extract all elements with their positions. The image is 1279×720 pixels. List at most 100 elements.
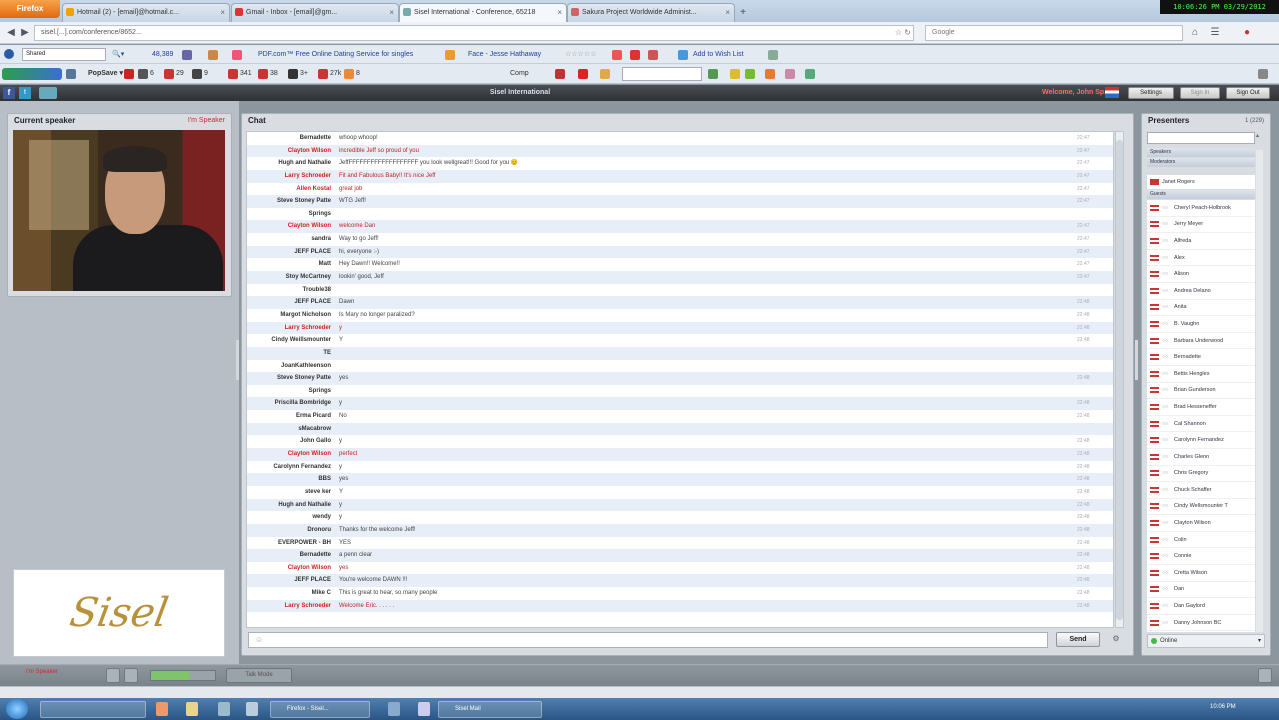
volume-slider[interactable] (150, 670, 216, 681)
right-splitter[interactable] (1135, 340, 1138, 380)
chat-sender[interactable]: JoanKathleenson (247, 360, 337, 373)
chat-sender[interactable]: Clayton Wilson (247, 448, 337, 461)
toolbar-counter[interactable]: 38 (270, 64, 278, 83)
toolbar-dating-link[interactable]: PDF.com™ Free Online Dating Service for … (258, 45, 413, 64)
facebook-icon[interactable]: f (3, 87, 15, 99)
taskbar-app2-icon[interactable] (246, 702, 258, 716)
presenter-row[interactable]: ○○ Clayton Wilson (1147, 515, 1255, 532)
toolbar-counter[interactable]: 3+ (300, 64, 308, 83)
presence-status-select[interactable]: Online ▾ (1147, 634, 1265, 648)
chat-sender[interactable]: JEFF PLACE (247, 574, 337, 587)
toolbar-counter[interactable]: 6 (150, 64, 154, 83)
bookmark-star-icon[interactable]: ☆ ↻ (875, 25, 915, 41)
chat-sender[interactable]: Priscilla Bombridge (247, 397, 337, 410)
chat-sender[interactable]: Clayton Wilson (247, 562, 337, 575)
speaker-action-link[interactable]: I'm Speaker (188, 114, 225, 128)
chat-sender[interactable]: Hugh and Nathalie (247, 157, 337, 170)
fullscreen-icon[interactable] (1258, 668, 1272, 683)
send-button[interactable]: Send (1056, 632, 1100, 647)
presenter-row[interactable]: ○○ Anita (1147, 300, 1255, 317)
presenter-row[interactable]: ○○ Brian Gunderson (1147, 383, 1255, 400)
toolbar-counter-icon[interactable] (164, 69, 174, 79)
calendar-icon[interactable] (648, 50, 658, 60)
chat-sender[interactable]: John Gallo (247, 435, 337, 448)
chat-sender[interactable]: Dronoru (247, 524, 337, 537)
chat-sender[interactable]: Springs (247, 385, 337, 398)
person-icon[interactable] (445, 50, 455, 60)
toolbar-overflow-icon[interactable] (1258, 69, 1268, 79)
rating-stars-icon[interactable]: ☆☆☆☆☆ (565, 45, 596, 64)
toolbar-check-icon[interactable] (745, 69, 755, 79)
gmail-icon[interactable] (630, 50, 640, 60)
presenters-search-icon[interactable]: ▴ (1256, 132, 1264, 144)
emoticon-icon[interactable]: ☺ (255, 635, 263, 644)
chat-sender[interactable]: JEFF PLACE (247, 246, 337, 259)
home-icon[interactable]: ⌂ (1188, 26, 1202, 40)
toolbar-wishlist-link[interactable]: Add to Wish List (693, 45, 744, 64)
twitter-icon[interactable]: t (19, 87, 31, 99)
toolbar-counter-icon[interactable] (192, 69, 202, 79)
speaker-volume-icon[interactable] (124, 668, 138, 683)
addon-icon[interactable]: ● (1240, 26, 1254, 40)
presenter-row[interactable]: ○○ Dan (1147, 582, 1255, 599)
taskbar-app3-icon[interactable] (388, 702, 400, 716)
presenter-row[interactable]: ○○ Danny Johnson BC (1147, 615, 1255, 632)
close-tab-icon[interactable]: × (557, 4, 562, 21)
chat-sender[interactable]: Larry Schroeder (247, 170, 337, 183)
presenter-row[interactable]: ○○ Chuck Schaffer (1147, 482, 1255, 499)
settings-button[interactable]: Settings (1128, 87, 1174, 99)
toolbar-face-link[interactable]: Face - Jesse Hathaway (468, 45, 541, 64)
presenter-row[interactable]: ○○ Barbara Underwood (1147, 333, 1255, 350)
chat-sender[interactable]: Larry Schroeder (247, 600, 337, 613)
toolbar-counter-icon[interactable] (288, 69, 298, 79)
link-icon[interactable] (182, 50, 192, 60)
chat-sender[interactable]: Allen Kostal (247, 183, 337, 196)
toolbar-counter-icon[interactable] (228, 69, 238, 79)
chat-sender[interactable]: steve ker (247, 486, 337, 499)
presenters-section-header[interactable]: Speakers (1147, 148, 1255, 157)
car-icon[interactable] (555, 69, 565, 79)
start-button-icon[interactable] (6, 699, 28, 719)
browser-tab[interactable]: Sakura Project Worldwide Administ... × (567, 3, 735, 22)
toolbar-gear-icon[interactable] (708, 69, 718, 79)
chat-options-icon[interactable]: ⚙ (1110, 634, 1122, 646)
taskbar-item-1[interactable] (40, 701, 146, 718)
chat-sender[interactable]: Steve Stoney Patte (247, 195, 337, 208)
back-icon[interactable]: ◀ (4, 26, 18, 40)
presenter-row[interactable]: ○○ Carolynn Fernandez (1147, 432, 1255, 449)
toolbar-counter[interactable]: 27k (330, 64, 341, 83)
talk-mode-button[interactable]: Talk Mode (226, 668, 292, 683)
chat-sender[interactable]: sMacabrow (247, 423, 337, 436)
chat-sender[interactable]: Margot Nicholson (247, 309, 337, 322)
bottom-speaker-link[interactable]: I'm Speaker (26, 669, 58, 675)
browser-tab[interactable]: Gmail - Inbox - [email]@gm... × (231, 3, 399, 22)
presenter-row[interactable]: ○○ Brad Hesseneffer (1147, 399, 1255, 416)
chat-sender[interactable]: Mike C (247, 587, 337, 600)
toolbar-secondary-input[interactable] (622, 67, 702, 81)
presenter-row[interactable]: ○○ Connie (1147, 548, 1255, 566)
browser-tab[interactable]: Sisel International - Conference, 65218 × (399, 3, 567, 22)
toolbar-heart-icon[interactable] (785, 69, 795, 79)
toolbar-lock-icon[interactable] (730, 69, 740, 79)
toolbar-popups[interactable]: PopSave ▾ (88, 64, 123, 83)
presenter-row[interactable]: ○○ Cal Shannon (1147, 416, 1255, 433)
presenter-row[interactable]: ○○ Cheryl Peach-Holbrook (1147, 200, 1255, 217)
toolbar-counter[interactable]: 29 (176, 64, 184, 83)
chat-sender[interactable]: Cindy Weillsmounter (247, 334, 337, 347)
toolbar-globe-icon[interactable] (66, 69, 76, 79)
microphone-icon[interactable] (106, 668, 120, 683)
toolbar-badge-icon[interactable] (124, 69, 134, 79)
chat-sender[interactable]: Clayton Wilson (247, 220, 337, 233)
chat-sender[interactable]: Stoy McCartney (247, 271, 337, 284)
taskbar-item-3[interactable]: Sisel Mail (438, 701, 542, 718)
left-splitter[interactable] (236, 340, 239, 380)
chat-sender[interactable]: Bernadette (247, 132, 337, 145)
presenters-search-input[interactable] (1147, 132, 1255, 144)
toolbar-search-input[interactable]: Shared (22, 48, 106, 61)
sign-in-button[interactable]: Sign In (1180, 87, 1220, 99)
presenter-row[interactable]: ○○ Jerry Meyer (1147, 217, 1255, 234)
chat-sender[interactable]: BBS (247, 473, 337, 486)
chat-sender[interactable]: EVERPOWER - BH (247, 537, 337, 550)
toolbar-counter-icon[interactable] (318, 69, 328, 79)
chat-sender[interactable]: JEFF PLACE (247, 296, 337, 309)
